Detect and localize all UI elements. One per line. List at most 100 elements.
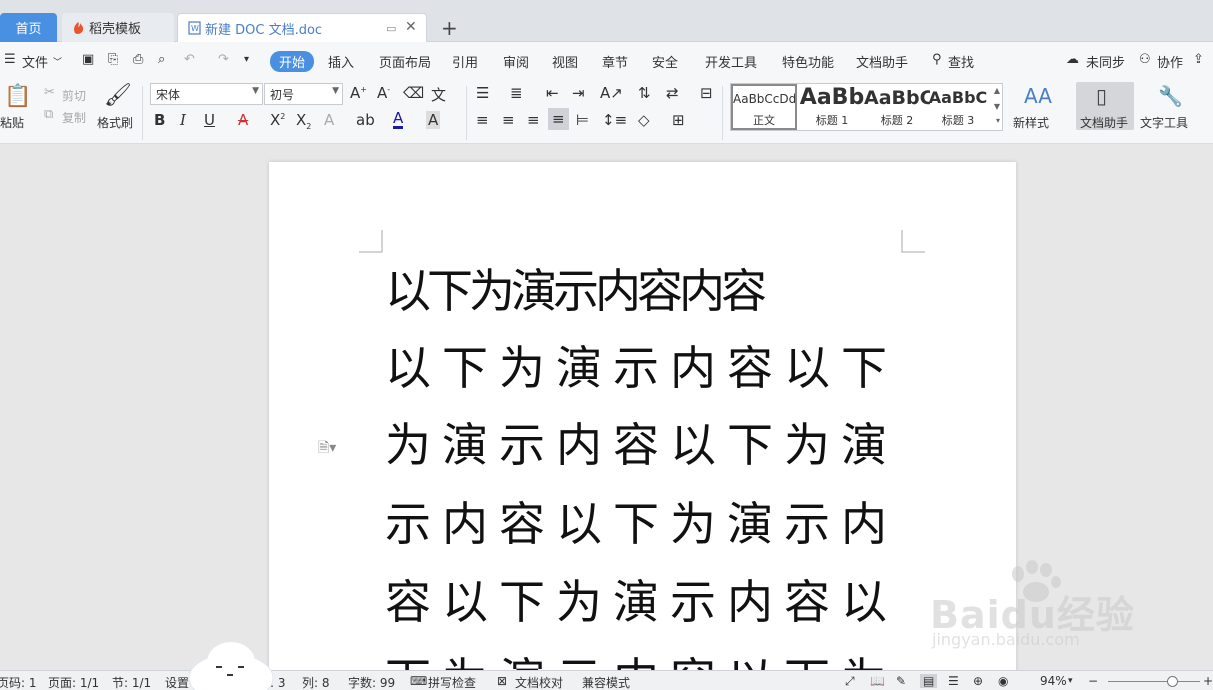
subscript-icon[interactable]: X2 <box>296 111 311 131</box>
undo-icon[interactable]: ↶ <box>184 52 195 67</box>
new-tab-button[interactable]: + <box>441 16 458 40</box>
doc-helper-button[interactable]: ▯ 文档助手 <box>1076 82 1134 130</box>
document-text-line[interactable]: 容以下为演示内容以 <box>385 572 898 632</box>
spell-check-icon[interactable]: ⌨ <box>410 674 427 688</box>
phonetic-guide-icon[interactable]: 文 <box>431 84 446 105</box>
sort-icon[interactable]: ⇅ <box>638 84 651 102</box>
status-proofread[interactable]: 文档校对 <box>515 674 563 690</box>
style-scroll-down-icon[interactable]: ▼ <box>994 102 1000 111</box>
web-view-icon[interactable]: ⊕ <box>973 674 983 688</box>
align-left-icon[interactable]: ≡ <box>476 111 489 129</box>
menu-file[interactable]: 文件 <box>22 52 48 71</box>
share-icon[interactable]: ⇪ <box>1193 52 1204 67</box>
tab-document[interactable]: W 新建 DOC 文档.doc ▭ ✕ <box>177 13 427 42</box>
menu-collaborate[interactable]: 协作 <box>1157 52 1183 71</box>
close-tab-icon[interactable]: ✕ <box>405 19 417 35</box>
export-icon[interactable]: ⎘ <box>108 52 118 67</box>
style-normal[interactable]: AaBbCcDd 正文 <box>731 84 797 130</box>
bold-icon[interactable]: B <box>154 111 165 129</box>
menu-review[interactable]: 审阅 <box>503 52 529 71</box>
eye-protection-icon[interactable]: ◉ <box>998 674 1008 688</box>
menu-page-layout[interactable]: 页面布局 <box>379 52 431 71</box>
underline-icon[interactable]: U <box>204 111 215 129</box>
text-tools-button[interactable]: 文字工具 <box>1140 114 1188 131</box>
style-gallery-more-icon[interactable]: ▾ <box>996 116 1000 125</box>
line-spacing-icon[interactable]: ↕≡ <box>602 111 627 129</box>
cut-icon[interactable]: ✂ <box>44 85 55 100</box>
collaborate-icon[interactable]: ⚇ <box>1139 52 1151 67</box>
window-restore-icon[interactable]: ▭ <box>386 22 396 35</box>
shading-icon[interactable]: ◇ <box>638 111 650 129</box>
menu-view[interactable]: 视图 <box>552 52 578 71</box>
proofread-icon[interactable]: ⊠ <box>497 674 507 688</box>
increase-indent-icon[interactable]: ⇥ <box>572 84 585 102</box>
status-section[interactable]: 节: 1/1 <box>112 674 151 690</box>
document-text-line[interactable]: 示内容以下为演示内 <box>385 494 898 554</box>
document-text-line[interactable]: 为演示内容以下为演 <box>385 415 898 475</box>
redo-icon[interactable]: ↷ <box>218 52 229 67</box>
hamburger-icon[interactable]: ☰ <box>4 52 16 67</box>
status-pages[interactable]: 页面: 1/1 <box>48 674 99 690</box>
new-style-icon[interactable]: AA <box>1024 84 1052 108</box>
format-painter-icon[interactable]: 🖌 <box>104 83 132 108</box>
print-preview-icon[interactable]: ⌕ <box>158 52 165 67</box>
menu-chapter[interactable]: 章节 <box>602 52 628 71</box>
menu-doc-assistant[interactable]: 文档助手 <box>856 52 908 71</box>
copy-icon[interactable]: ⧉ <box>44 107 53 122</box>
menu-developer[interactable]: 开发工具 <box>705 52 757 71</box>
style-heading-1[interactable]: AaBb 标题 1 <box>799 84 865 130</box>
write-mode-icon[interactable]: ✎ <box>896 674 906 688</box>
decrease-font-icon[interactable]: A- <box>377 84 390 102</box>
paragraph-layout-icon[interactable]: 🗎▾ <box>318 437 336 461</box>
justify-icon[interactable]: ≡ <box>548 108 569 130</box>
status-spell-check[interactable]: 拼写检查 <box>428 674 476 690</box>
cloud-sync-icon[interactable]: ☁ <box>1066 52 1079 67</box>
menu-search[interactable]: 查找 <box>948 52 974 71</box>
style-heading-3[interactable]: AaBbC 标题 3 <box>927 84 989 130</box>
status-zoom[interactable]: 94% <box>1040 674 1067 688</box>
chevron-down-icon[interactable]: ﹀ <box>53 55 62 68</box>
style-scroll-up-icon[interactable]: ▲ <box>994 86 1000 95</box>
borders-icon[interactable]: ⊞ <box>672 111 685 129</box>
cloud-mascot-icon[interactable] <box>186 640 276 690</box>
bullet-list-icon[interactable]: ☰ <box>476 84 489 102</box>
superscript-icon[interactable]: X2 <box>270 111 285 129</box>
menu-special-features[interactable]: 特色功能 <box>782 52 834 71</box>
decrease-indent-icon[interactable]: ⇤ <box>546 84 559 102</box>
font-name-select[interactable]: 宋体 ▼ <box>150 83 263 105</box>
menu-security[interactable]: 安全 <box>652 52 678 71</box>
zoom-in-icon[interactable]: + <box>1203 674 1213 688</box>
highlight-icon[interactable]: ab <box>356 111 375 129</box>
cut-button[interactable]: 剪切 <box>62 87 86 104</box>
zoom-slider-track[interactable] <box>1108 681 1200 682</box>
print-icon[interactable]: ⎙ <box>133 52 143 67</box>
tab-home[interactable]: 首页 <box>0 13 57 42</box>
copy-button[interactable]: 复制 <box>62 109 86 126</box>
status-page-number[interactable]: 页码: 1 <box>0 674 37 690</box>
align-center-icon[interactable]: ≡ <box>502 111 515 129</box>
outline-view-icon[interactable]: ☰ <box>948 674 959 688</box>
document-page[interactable]: 🗎▾ 以下为演示内容内容 以下为演示内容以下 为演示内容以下为演 示内容以下为演… <box>269 162 1016 690</box>
increase-font-icon[interactable]: A+ <box>350 84 367 102</box>
menu-insert[interactable]: 插入 <box>328 52 354 71</box>
paste-button[interactable]: 粘贴 <box>0 114 24 131</box>
text-direction-icon[interactable]: A↗ <box>600 84 623 102</box>
status-word-count[interactable]: 字数: 99 <box>348 674 395 690</box>
menu-sync-status[interactable]: 未同步 <box>1086 52 1125 71</box>
char-shading-icon[interactable]: A <box>426 111 441 129</box>
font-color-icon[interactable]: A <box>393 111 404 129</box>
search-icon[interactable]: ⚲ <box>932 52 942 67</box>
distribute-icon[interactable]: ⊨ <box>576 111 589 129</box>
font-size-select[interactable]: 初号 ▼ <box>264 83 343 105</box>
zoom-out-icon[interactable]: − <box>1088 674 1098 688</box>
format-painter-button[interactable]: 格式刷 <box>97 114 133 131</box>
align-right-icon[interactable]: ≡ <box>527 111 540 129</box>
style-heading-2[interactable]: AaBbC 标题 2 <box>864 84 930 130</box>
page-view-icon[interactable]: ▤ <box>920 674 938 688</box>
read-mode-icon[interactable]: 📖 <box>870 674 885 688</box>
clear-format-icon[interactable]: ⌫ <box>403 84 424 102</box>
tab-docer-templates[interactable]: 稻壳模板 <box>62 13 174 42</box>
table-layout-icon[interactable]: ⊟ <box>700 84 713 102</box>
italic-icon[interactable]: I <box>180 111 186 129</box>
numbered-list-icon[interactable]: ≣ <box>510 84 523 102</box>
